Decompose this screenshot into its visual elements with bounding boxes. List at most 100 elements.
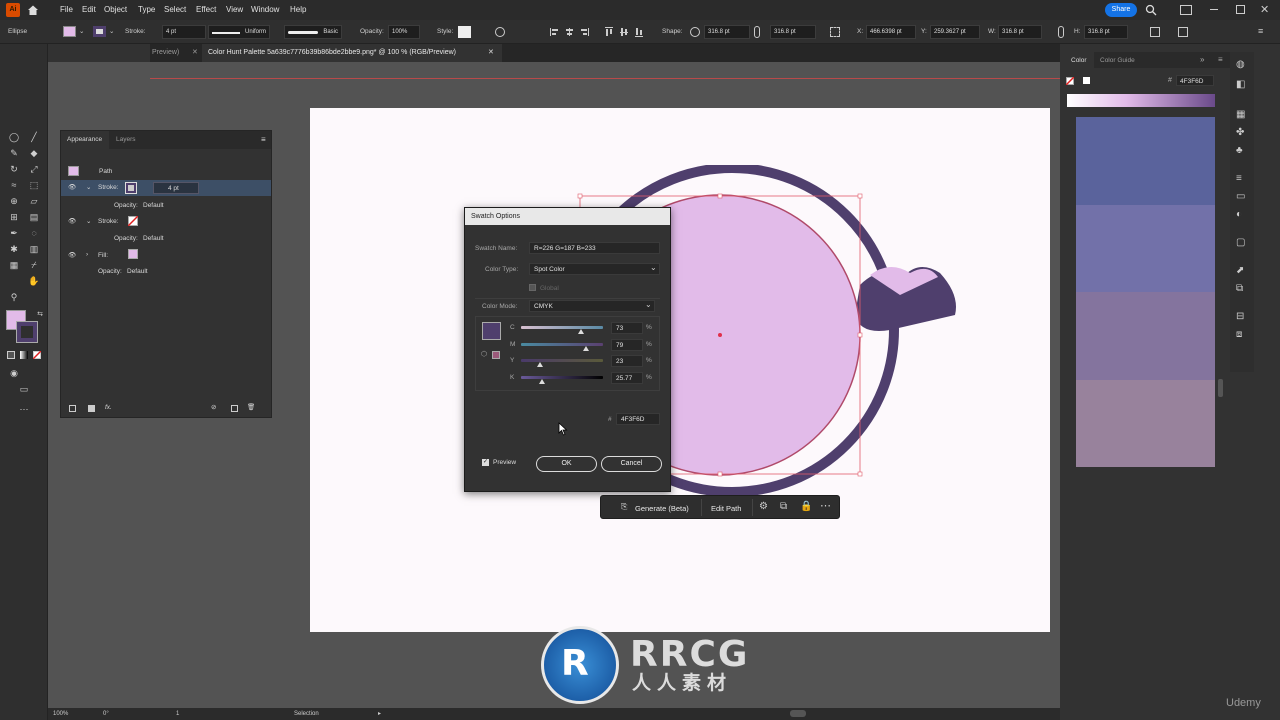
hand-tool-icon[interactable]: ✋ [27,274,41,288]
w-field[interactable]: 316.8 pt [998,25,1042,39]
rotate-tool-icon[interactable]: ↻ [7,162,21,176]
mesh-tool-icon[interactable]: ⊞ [7,210,21,224]
close-icon[interactable]: ✕ [1260,3,1269,16]
clear-appearance-icon[interactable]: ⊘ [211,403,216,411]
pathfinder-icon[interactable]: ⧈ [1236,329,1242,340]
edit-path-button[interactable]: Edit Path [705,499,753,516]
export-icon[interactable]: ⬈ [1236,265,1244,276]
free-transform-tool-icon[interactable]: ⬚ [27,178,41,192]
rotation-value[interactable]: 0° [103,711,109,717]
stroke-panel-icon[interactable]: ≡ [1236,173,1242,184]
brushes-icon[interactable]: ✤ [1236,127,1244,138]
palette-color-2[interactable] [1076,204,1215,292]
white-swatch[interactable] [1083,77,1090,84]
channel-c-slider[interactable] [521,326,603,329]
transform-icon[interactable] [830,27,840,37]
symbols-icon[interactable]: ♣ [1236,145,1243,156]
palette-color-3[interactable] [1076,292,1215,380]
screen-mode-icon[interactable]: ▭ [17,382,31,396]
tab-layers[interactable]: Layers [116,136,136,143]
home-icon[interactable] [27,4,39,16]
menu-edit[interactable]: Edit [82,5,96,14]
draw-mode-icon[interactable]: ◉ [7,366,21,380]
color-spectrum[interactable] [1067,94,1215,107]
more-tools-icon[interactable]: ⋯ [17,402,31,416]
menu-view[interactable]: View [226,5,243,14]
zoom-tool-icon[interactable]: ⚲ [7,290,21,304]
stroke-none-swatch[interactable] [128,216,138,226]
menu-help[interactable]: Help [290,5,306,14]
symbol-sprayer-tool-icon[interactable]: ✱ [7,242,21,256]
horizontal-scrollbar[interactable] [790,710,806,717]
opacity-value[interactable]: Default [143,235,164,242]
stroke-weight-field[interactable]: 4 pt [162,25,206,39]
opacity-value[interactable]: Default [127,268,148,275]
add-fill-icon[interactable] [88,405,95,412]
stroke-color-swatch[interactable] [16,321,38,343]
ellipse-tool-icon[interactable]: ◯ [7,130,21,144]
color-mode-select[interactable]: CMYK [529,300,655,312]
generate-button[interactable]: ⎘ Generate (Beta) [616,499,702,516]
channel-k-slider[interactable] [521,376,603,379]
channel-c-thumb[interactable] [577,329,584,334]
preview-checkbox[interactable]: ✓ [482,459,489,466]
maximize-icon[interactable] [1236,5,1245,14]
eye-icon[interactable]: 👁 [68,183,76,191]
fill-swatch[interactable] [63,26,76,37]
transparency-icon[interactable]: ◐ [1236,209,1242,220]
share-button[interactable]: Share [1105,3,1137,17]
status-arrow-icon[interactable]: ▸ [378,710,381,717]
align-panel-icon[interactable]: ⊟ [1236,311,1244,322]
tab-color-guide[interactable]: Color Guide [1100,57,1135,64]
tab-active[interactable]: Color Hunt Palette 5a639c7776b39b86bde2b… [202,44,502,62]
scale-tool-icon[interactable]: ⤢ [27,162,41,176]
recolor-icon[interactable] [495,27,505,37]
y-field[interactable]: 259.3627 pt [930,25,980,39]
stroke-row-selected[interactable]: 👁 ⌄ Stroke: 4 pt [61,180,271,196]
hex-input[interactable]: 4F3F6D [616,413,660,425]
ok-button[interactable]: OK [536,456,597,472]
links-icon[interactable]: ⧉ [1236,283,1243,294]
shape-height-field[interactable]: 316.8 pt [770,25,816,39]
web-safe-swatch[interactable] [492,351,500,359]
blend-tool-icon[interactable]: ◌ [27,226,41,240]
panel-menu-icon[interactable]: ≡ [261,135,266,144]
more-options-icon[interactable]: ⋯ [820,499,831,512]
eye-icon[interactable]: 👁 [68,217,76,225]
h-field[interactable]: 316.8 pt [1084,25,1128,39]
menu-object[interactable]: Object [104,5,127,14]
swatch-name-input[interactable]: R=226 G=187 B=233 [529,242,660,254]
cancel-button[interactable]: Cancel [601,456,662,472]
tab-previous[interactable]: Preview) [152,49,179,56]
align-icons[interactable] [550,27,650,37]
color-type-select[interactable]: Spot Color [529,263,660,275]
menu-window[interactable]: Window [251,5,279,14]
gradient-mode-icon[interactable] [20,351,28,359]
properties-icon[interactable]: ◍ [1236,59,1245,70]
channel-c-value[interactable]: 73 [611,322,643,334]
link-icon[interactable] [1058,26,1064,38]
gradient-tool-icon[interactable]: ▤ [27,210,41,224]
shape-builder-tool-icon[interactable]: ⊕ [7,194,21,208]
fill-none-swatch[interactable] [1066,77,1074,85]
chevron-down-icon[interactable]: ⌄ [86,217,91,225]
eye-icon[interactable]: 👁 [68,251,76,259]
shape-width-field[interactable]: 316.8 pt [704,25,750,39]
stroke-weight-field[interactable]: 4 pt [153,182,199,194]
opacity-value[interactable]: Default [143,202,164,209]
shaper-tool-icon[interactable]: ✎ [7,146,21,160]
comments-icon[interactable]: ▢ [1236,237,1245,248]
isolate-icon[interactable] [1178,27,1188,37]
palette-color-4[interactable] [1076,379,1215,467]
duplicate-icon[interactable] [231,405,238,412]
style-swatch[interactable] [458,26,471,38]
lock-icon[interactable]: 🔒 [800,501,812,512]
channel-m-thumb[interactable] [582,346,589,351]
workspace-icon[interactable] [1180,5,1192,15]
libraries-icon[interactable]: ◧ [1236,79,1245,90]
channel-k-thumb[interactable] [539,379,546,384]
tab-color[interactable]: Color [1060,52,1094,68]
search-icon[interactable] [1145,4,1157,16]
menu-file[interactable]: File [60,5,73,14]
trash-icon[interactable]: 🗑 [247,403,255,411]
